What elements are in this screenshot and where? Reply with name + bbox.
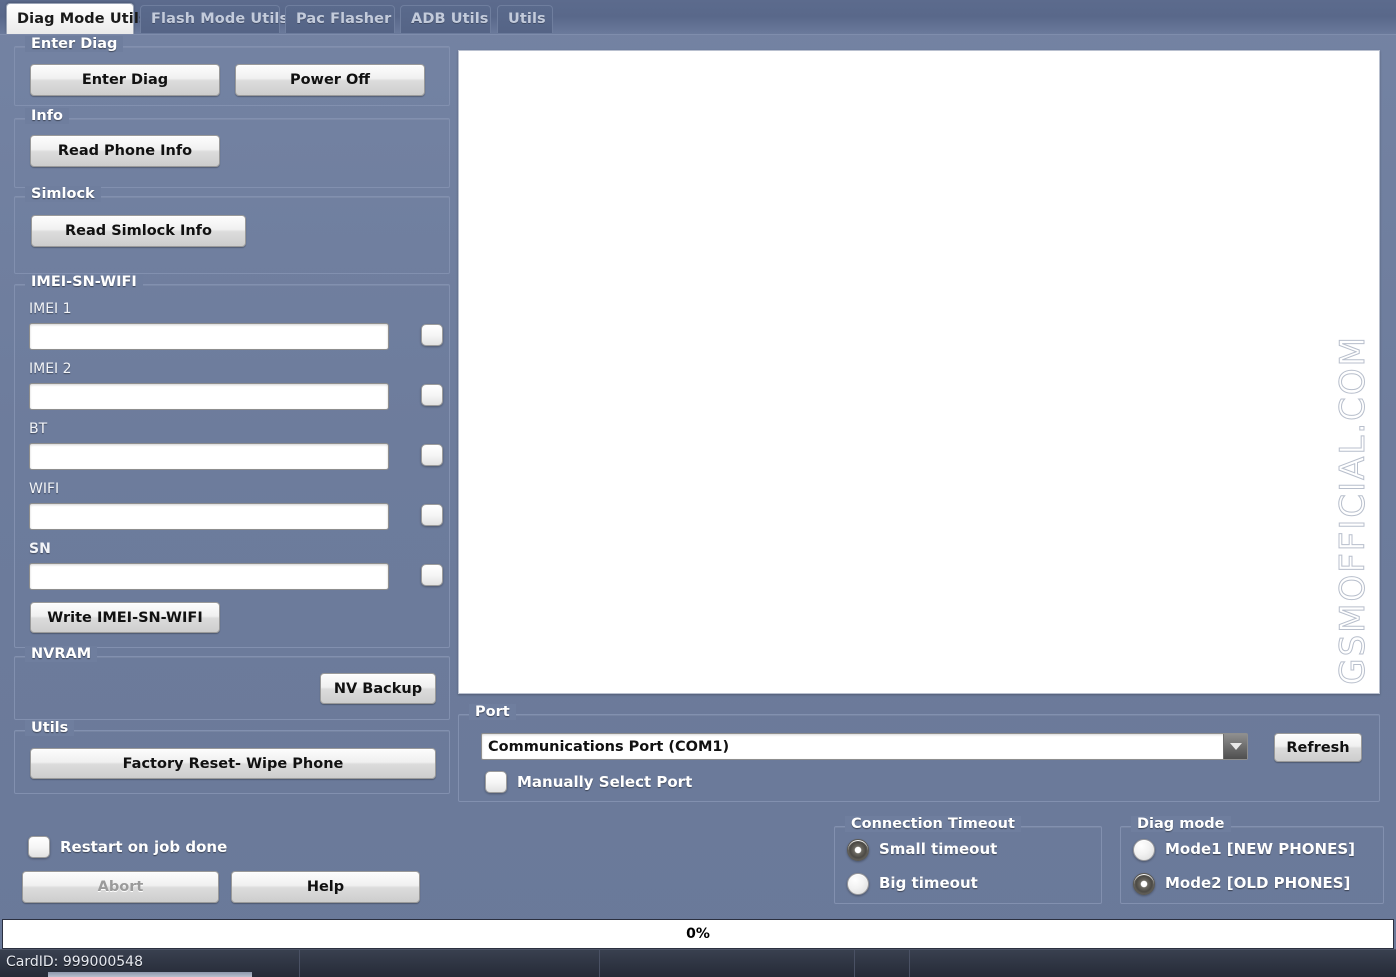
progress-percent-label: 0% xyxy=(686,926,710,942)
wifi-input[interactable] xyxy=(29,503,389,530)
gsmofficial-watermark: GSMOFFICIAL.COM xyxy=(1333,335,1374,686)
group-title-nvram: NVRAM xyxy=(25,646,98,662)
group-title-enter-diag: Enter Diag xyxy=(25,36,124,52)
group-port: Port Communications Port (COM1) Refresh … xyxy=(458,704,1380,802)
imei1-checkbox[interactable] xyxy=(421,324,443,346)
manually-select-port-checkbox[interactable] xyxy=(485,771,507,793)
group-enter-diag: Enter Diag Enter Diag Power Off xyxy=(14,36,450,106)
tab-pac-flasher[interactable]: Pac Flasher xyxy=(285,5,395,33)
log-output-panel[interactable]: GSMOFFICIAL.COM xyxy=(458,50,1380,694)
group-title-info: Info xyxy=(25,108,69,124)
restart-on-job-done-label: Restart on job done xyxy=(60,838,228,856)
manually-select-port-label: Manually Select Port xyxy=(517,773,693,791)
write-imei-sn-wifi-button[interactable]: Write IMEI-SN-WIFI xyxy=(30,602,220,633)
group-title-simlock: Simlock xyxy=(25,186,101,202)
status-highlight-bar xyxy=(48,972,252,977)
group-title-port: Port xyxy=(469,704,516,720)
imei1-label: IMEI 1 xyxy=(29,301,72,317)
group-imei-sn-wifi: IMEI-SN-WIFI IMEI 1 IMEI 2 BT WIFI SN Wr… xyxy=(14,274,450,648)
button-label: Power Off xyxy=(289,72,371,88)
group-utils: Utils Factory Reset- Wipe Phone xyxy=(14,720,450,794)
bt-label: BT xyxy=(29,421,48,437)
application-window: Diag Mode Utils Flash Mode Utils Pac Fla… xyxy=(0,0,1396,977)
status-cell-3 xyxy=(600,950,855,977)
tab-diag-mode-utils[interactable]: Diag Mode Utils xyxy=(6,3,148,34)
imei2-checkbox[interactable] xyxy=(421,384,443,406)
button-label: Refresh xyxy=(1286,739,1350,756)
button-label: Abort xyxy=(97,879,144,895)
radio-small-timeout-label: Small timeout xyxy=(879,840,998,858)
tab-label: ADB Utils xyxy=(411,11,489,27)
radio-big-timeout-label: Big timeout xyxy=(879,874,978,892)
group-title-connection-timeout: Connection Timeout xyxy=(845,816,1021,832)
power-off-button[interactable]: Power Off xyxy=(235,64,425,96)
wifi-label: WIFI xyxy=(29,481,60,497)
tab-adb-utils[interactable]: ADB Utils xyxy=(400,5,491,33)
tab-label: Diag Mode Utils xyxy=(17,11,148,27)
sn-checkbox[interactable] xyxy=(421,564,443,586)
group-connection-timeout: Connection Timeout Small timeout Big tim… xyxy=(834,816,1102,904)
radio-big-timeout[interactable] xyxy=(847,873,869,895)
radio-mode2-label: Mode2 [OLD PHONES] xyxy=(1165,874,1351,892)
factory-reset-wipe-phone-button[interactable]: Factory Reset- Wipe Phone xyxy=(30,748,436,779)
abort-button[interactable]: Abort xyxy=(22,871,219,903)
nv-backup-button[interactable]: NV Backup xyxy=(320,673,436,704)
help-button[interactable]: Help xyxy=(231,871,420,903)
bt-input[interactable] xyxy=(29,443,389,470)
imei1-input[interactable] xyxy=(29,323,389,350)
group-title-utils: Utils xyxy=(25,720,75,736)
status-bar: CardID: 999000548 xyxy=(0,949,1396,977)
sn-input[interactable] xyxy=(29,563,389,590)
radio-mode1-label: Mode1 [NEW PHONES] xyxy=(1165,840,1355,858)
group-title-diag-mode: Diag mode xyxy=(1131,816,1231,832)
group-diag-mode: Diag mode Mode1 [NEW PHONES] Mode2 [OLD … xyxy=(1120,816,1384,904)
button-label: Help xyxy=(306,879,345,895)
radio-mode2-old-phones[interactable] xyxy=(1133,873,1155,895)
enter-diag-button[interactable]: Enter Diag xyxy=(30,64,220,96)
bt-checkbox[interactable] xyxy=(421,444,443,466)
card-id-text: CardID: 999000548 xyxy=(6,954,143,970)
status-cell-5 xyxy=(910,950,1396,977)
tab-label: Utils xyxy=(508,11,546,27)
group-info: Info Read Phone Info xyxy=(14,108,450,188)
restart-on-job-done-checkbox[interactable] xyxy=(28,836,50,858)
imei2-label: IMEI 2 xyxy=(29,361,72,377)
button-label: Read Phone Info xyxy=(57,143,193,159)
status-cell-2 xyxy=(300,950,600,977)
button-label: Write IMEI-SN-WIFI xyxy=(47,609,203,626)
button-label: Factory Reset- Wipe Phone xyxy=(122,755,344,772)
group-nvram: NVRAM NV Backup xyxy=(14,646,450,720)
button-label: Enter Diag xyxy=(81,72,169,88)
tab-utils[interactable]: Utils xyxy=(497,5,553,33)
tab-bar: Diag Mode Utils Flash Mode Utils Pac Fla… xyxy=(0,0,1396,35)
sn-label: SN xyxy=(29,541,51,557)
read-simlock-info-button[interactable]: Read Simlock Info xyxy=(31,215,246,247)
port-select[interactable]: Communications Port (COM1) xyxy=(481,733,1248,760)
read-phone-info-button[interactable]: Read Phone Info xyxy=(30,135,220,167)
tab-label: Pac Flasher xyxy=(296,11,392,27)
tab-flash-mode-utils[interactable]: Flash Mode Utils xyxy=(140,5,288,33)
radio-mode1-new-phones[interactable] xyxy=(1133,839,1155,861)
port-select-value: Communications Port (COM1) xyxy=(488,738,730,755)
chevron-down-icon[interactable] xyxy=(1223,734,1247,759)
wifi-checkbox[interactable] xyxy=(421,504,443,526)
status-cell-4 xyxy=(855,950,910,977)
radio-small-timeout[interactable] xyxy=(847,839,869,861)
tab-label: Flash Mode Utils xyxy=(151,11,289,27)
group-simlock: Simlock Read Simlock Info xyxy=(14,186,450,274)
group-title-imei-sn-wifi: IMEI-SN-WIFI xyxy=(25,274,143,290)
button-label: NV Backup xyxy=(333,680,423,697)
progress-bar: 0% xyxy=(2,919,1394,949)
button-label: Read Simlock Info xyxy=(65,223,212,239)
refresh-ports-button[interactable]: Refresh xyxy=(1274,733,1362,762)
imei2-input[interactable] xyxy=(29,383,389,410)
